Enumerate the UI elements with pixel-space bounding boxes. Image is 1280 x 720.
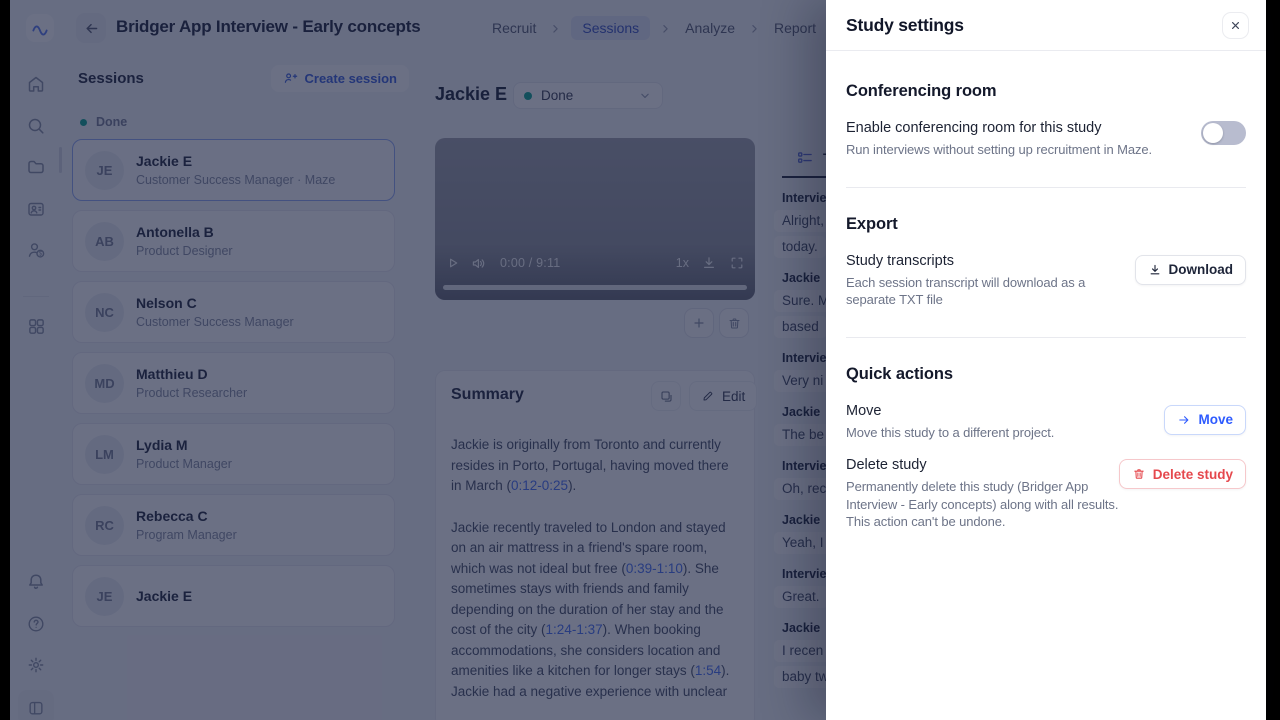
toggle-knob (1203, 123, 1223, 143)
section-divider (846, 187, 1246, 188)
conferencing-row: Enable conferencing room for this study … (846, 120, 1246, 159)
section-divider (846, 337, 1246, 338)
download-label: Download (1169, 262, 1234, 277)
close-button[interactable] (1222, 12, 1249, 39)
conferencing-toggle[interactable] (1201, 121, 1246, 145)
move-row: Move Move this study to a different proj… (846, 403, 1246, 442)
download-transcripts-button[interactable]: Download (1135, 255, 1247, 285)
sheet-title: Study settings (846, 15, 964, 36)
export-row: Study transcripts Each session transcrip… (846, 253, 1246, 309)
study-settings-panel: Study settings Conferencing room Enable … (826, 0, 1266, 720)
screen: Bridger App Interview - Early concepts R… (0, 0, 1280, 720)
delete-study-button[interactable]: Delete study (1119, 459, 1246, 489)
quick-actions-heading: Quick actions (846, 365, 1246, 384)
delete-study-desc: Permanently delete this study (Bridger A… (846, 478, 1119, 531)
delete-study-label: Delete study (846, 457, 1119, 473)
sheet-header: Study settings (826, 0, 1266, 51)
trash-icon (1132, 467, 1146, 481)
delete-row: Delete study Permanently delete this stu… (846, 457, 1246, 531)
close-icon (1229, 19, 1242, 32)
move-button-label: Move (1198, 412, 1233, 427)
export-heading: Export (846, 215, 1246, 234)
move-label: Move (846, 403, 1054, 419)
conferencing-desc: Run interviews without setting up recrui… (846, 141, 1152, 159)
delete-button-label: Delete study (1153, 467, 1233, 482)
download-icon (1148, 263, 1162, 277)
conferencing-heading: Conferencing room (846, 82, 1246, 101)
study-transcripts-label: Study transcripts (846, 253, 1135, 269)
sheet-body: Conferencing room Enable conferencing ro… (826, 82, 1266, 531)
study-transcripts-desc: Each session transcript will download as… (846, 274, 1135, 309)
move-study-button[interactable]: Move (1164, 405, 1246, 435)
move-desc: Move this study to a different project. (846, 424, 1054, 442)
conferencing-toggle-label: Enable conferencing room for this study (846, 120, 1152, 136)
arrow-right-icon (1177, 413, 1191, 427)
